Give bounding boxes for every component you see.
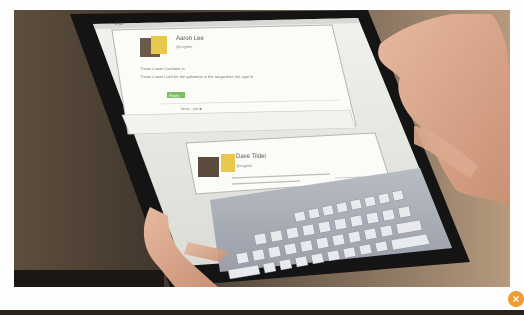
post-author: Aaron Lee xyxy=(176,36,204,42)
reply-button-label: Reply xyxy=(169,93,179,98)
post-handle: @rogetin xyxy=(236,163,252,168)
avatar xyxy=(198,157,219,177)
post-author: Dave Tilder xyxy=(236,154,266,160)
avatar-badge xyxy=(151,36,167,54)
post-handle: @rogetin xyxy=(176,44,192,49)
post-body-line: Those Lower Coreiane lo xyxy=(140,66,185,71)
avatar-badge xyxy=(221,154,235,172)
status-bar-label: iPad xyxy=(115,21,123,26)
post-body-line: Those Lower Lovit for the yaitaerne in t… xyxy=(140,74,254,79)
photo-frame: iPad Aaron Lee @rogetin Those Lower Core… xyxy=(0,0,524,310)
post-meta: Tams : yar ■ xyxy=(180,106,203,111)
close-button[interactable]: × xyxy=(508,291,524,307)
tablet-photo: iPad Aaron Lee @rogetin Those Lower Core… xyxy=(0,0,524,310)
